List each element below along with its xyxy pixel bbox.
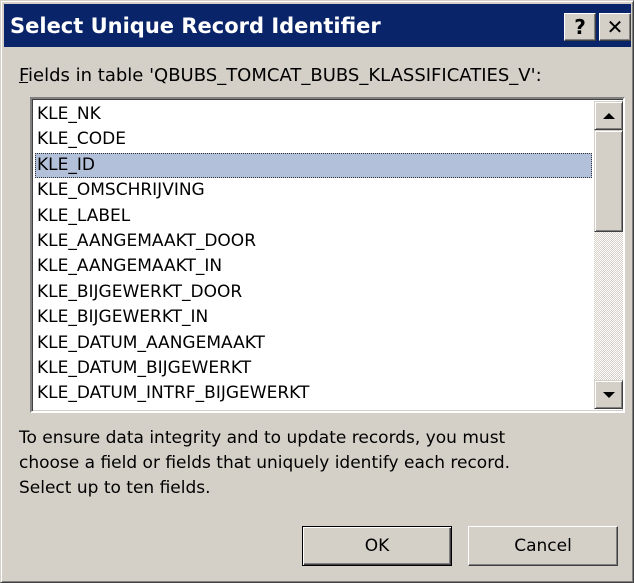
cancel-button[interactable]: Cancel (468, 526, 618, 566)
fields-label-text: ields in table 'QBUBS_TOMCAT_BUBS_KLASSI… (28, 65, 542, 86)
fields-list: KLE_NK KLE_CODE KLE_ID KLE_OMSCHRIJVING KLE_… (35, 102, 592, 408)
dialog-window: Select Unique Record Identifier ? ✕ Fiel… (0, 0, 634, 583)
list-item[interactable]: KLE_ID (35, 152, 592, 179)
info-text: To ensure data integrity and to update r… (19, 426, 619, 501)
fields-label: Fields in table 'QBUBS_TOMCAT_BUBS_KLASS… (19, 65, 542, 86)
close-button[interactable]: ✕ (599, 13, 631, 41)
info-line: Select up to ten fields. (19, 478, 211, 498)
help-button[interactable]: ? (564, 13, 596, 41)
title-bar[interactable]: Select Unique Record Identifier ? ✕ (4, 4, 631, 47)
fields-listbox[interactable]: KLE_NK KLE_CODE KLE_ID KLE_OMSCHRIJVING KLE_… (30, 97, 625, 413)
fields-label-accelerator: F (19, 65, 29, 86)
scroll-up-button[interactable] (594, 101, 623, 130)
list-item[interactable]: KLE_DATUM_BIJGEWERKT (35, 356, 592, 381)
dialog-title: Select Unique Record Identifier (10, 13, 381, 38)
arrow-up-icon (602, 112, 615, 119)
list-item[interactable]: KLE_LABEL (35, 204, 592, 229)
list-item[interactable]: KLE_BIJGEWERKT_DOOR (35, 280, 592, 305)
list-item[interactable]: KLE_AANGEMAAKT_DOOR (35, 229, 592, 254)
vertical-scrollbar[interactable] (594, 101, 623, 409)
list-item[interactable]: KLE_NK (35, 102, 592, 127)
ok-button[interactable]: OK (302, 526, 452, 566)
list-item[interactable]: KLE_CODE (35, 127, 592, 152)
arrow-down-icon (602, 391, 615, 398)
close-icon: ✕ (606, 15, 624, 39)
info-line: To ensure data integrity and to update r… (19, 428, 506, 448)
info-line: choose a field or fields that uniquely i… (19, 453, 511, 473)
list-item[interactable]: KLE_DATUM_INTRF_BIJGEWERKT (35, 381, 592, 406)
list-item[interactable]: KLE_DATUM_AANGEMAAKT (35, 331, 592, 356)
scroll-down-button[interactable] (594, 380, 623, 409)
list-item[interactable]: KLE_OMSCHRIJVING (35, 178, 592, 203)
scroll-thumb[interactable] (594, 130, 623, 232)
help-icon: ? (574, 15, 586, 39)
list-item[interactable]: KLE_BIJGEWERKT_IN (35, 305, 592, 330)
list-item[interactable]: KLE_AANGEMAAKT_IN (35, 254, 592, 279)
